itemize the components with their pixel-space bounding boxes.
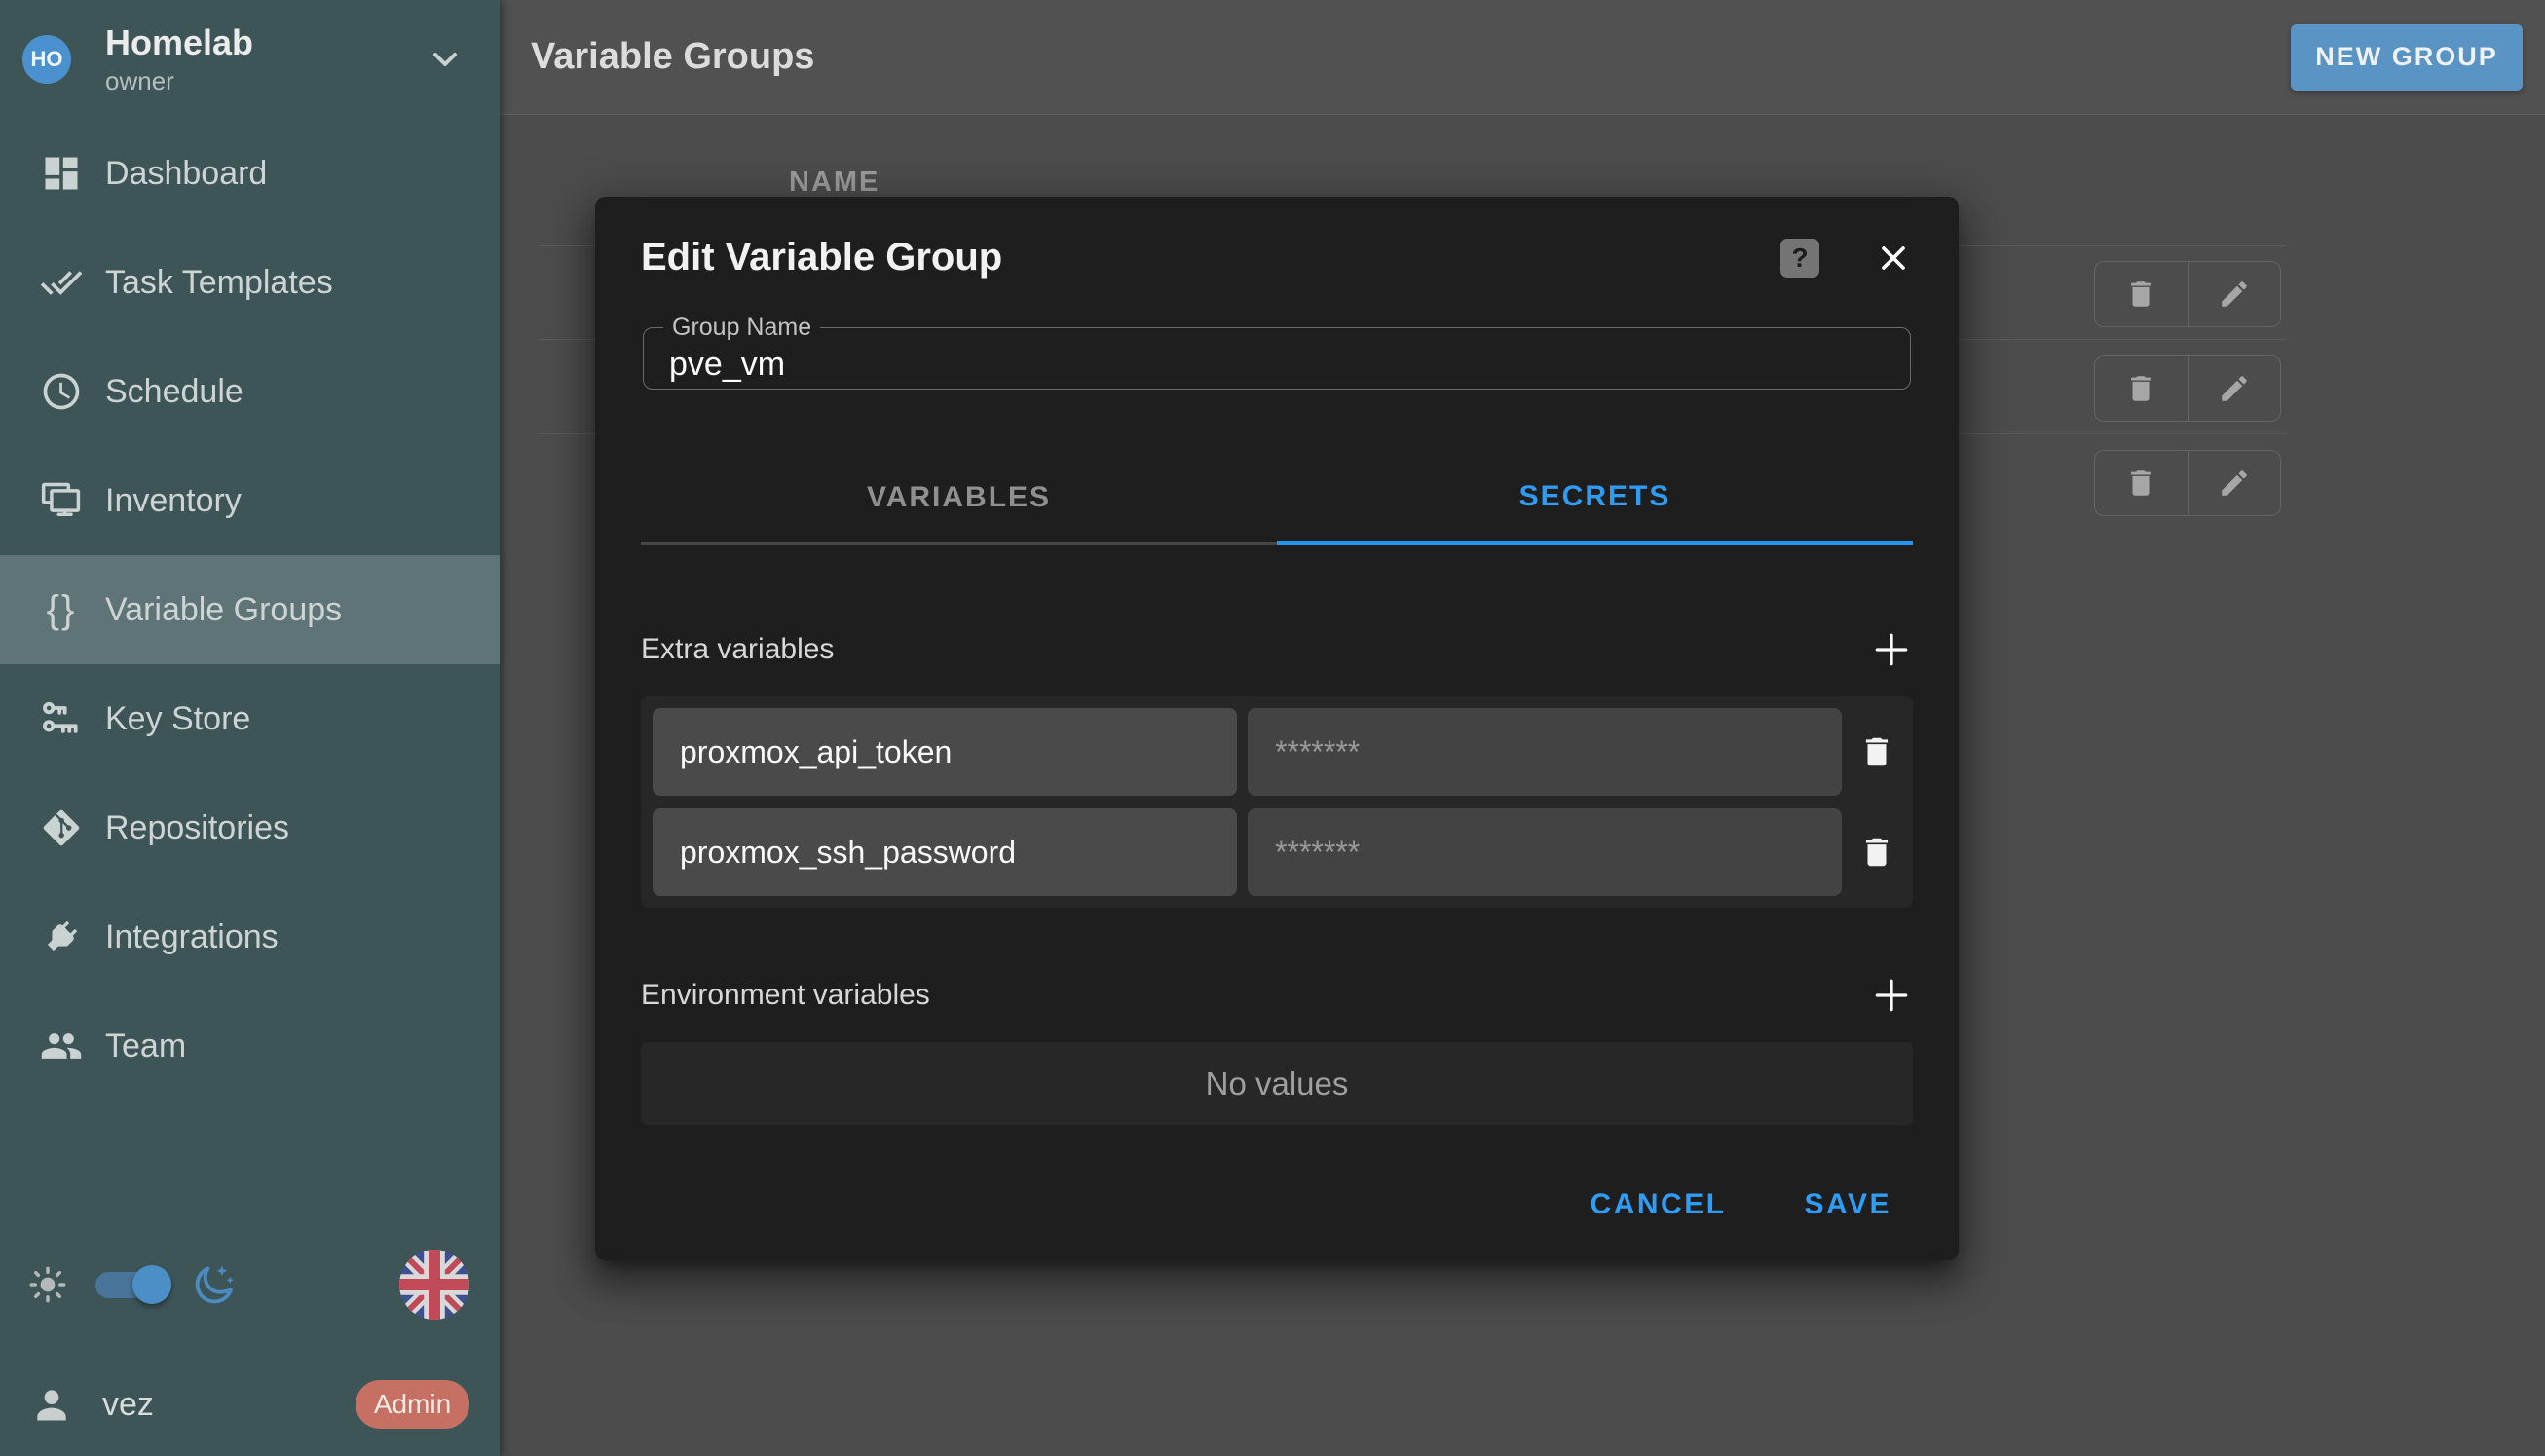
language-flag-uk[interactable] xyxy=(399,1250,469,1320)
secret-key-input[interactable] xyxy=(653,708,1237,796)
user-icon xyxy=(30,1383,73,1426)
dashboard-icon xyxy=(39,151,84,196)
people-icon xyxy=(39,1024,84,1068)
admin-badge: Admin xyxy=(356,1380,469,1429)
secret-row xyxy=(653,708,1901,796)
appbar: Variable Groups NEW GROUP xyxy=(500,0,2545,115)
edit-variable-group-dialog: Edit Variable Group ? Group Name VARIABL… xyxy=(595,197,1959,1260)
workspace-switcher[interactable]: HO Homelab owner xyxy=(0,0,500,119)
sidebar-item-task-templates[interactable]: Task Templates xyxy=(0,228,500,337)
group-name-label: Group Name xyxy=(663,316,820,340)
help-icon[interactable]: ? xyxy=(1780,239,1819,278)
sidebar-item-repositories[interactable]: Repositories xyxy=(0,773,500,882)
sidebar-item-team[interactable]: Team xyxy=(0,991,500,1101)
delete-secret-icon[interactable] xyxy=(1853,708,1901,796)
dialog-tabs: VARIABLES SECRETS xyxy=(641,452,1913,545)
monitor-icon xyxy=(39,478,84,523)
user-name: vez xyxy=(102,1386,154,1424)
delete-group-button[interactable] xyxy=(2095,451,2188,515)
workspace-role: owner xyxy=(105,67,253,96)
secret-row xyxy=(653,808,1901,896)
add-extra-variable-icon[interactable] xyxy=(1870,628,1913,671)
sidebar: HO Homelab owner Dashboard Task Template… xyxy=(0,0,500,1456)
delete-group-button[interactable] xyxy=(2095,356,2188,421)
extra-variables-section-header: Extra variables xyxy=(641,622,1913,677)
no-values-placeholder: No values xyxy=(641,1042,1913,1125)
sidebar-item-inventory[interactable]: Inventory xyxy=(0,446,500,555)
table-row-actions xyxy=(2094,450,2281,516)
sidebar-item-dashboard[interactable]: Dashboard xyxy=(0,119,500,228)
workspace-avatar: HO xyxy=(22,35,71,84)
environment-variables-title: Environment variables xyxy=(641,979,930,1012)
group-name-field: Group Name xyxy=(643,316,1911,390)
tab-variables[interactable]: VARIABLES xyxy=(641,452,1277,545)
dialog-title: Edit Variable Group xyxy=(641,236,1002,280)
tab-secrets[interactable]: SECRETS xyxy=(1277,452,1913,545)
dark-mode-toggle[interactable] xyxy=(95,1272,168,1298)
sidebar-item-schedule[interactable]: Schedule xyxy=(0,337,500,446)
group-name-input[interactable] xyxy=(644,340,1872,384)
page-title: Variable Groups xyxy=(531,36,814,78)
delete-group-button[interactable] xyxy=(2095,262,2188,326)
new-group-button[interactable]: NEW GROUP xyxy=(2291,24,2523,91)
add-environment-variable-icon[interactable] xyxy=(1870,974,1913,1017)
dialog-actions: CANCEL SAVE xyxy=(641,1176,1913,1233)
extra-variables-panel xyxy=(641,696,1913,908)
close-icon[interactable] xyxy=(1874,239,1913,278)
name-column-header: NAME xyxy=(789,167,880,199)
edit-group-button[interactable] xyxy=(2188,262,2281,326)
secret-value-input[interactable] xyxy=(1248,708,1842,796)
sidebar-menu: Dashboard Task Templates Schedule Invent… xyxy=(0,119,500,1101)
extra-variables-title: Extra variables xyxy=(641,633,834,666)
sidebar-item-key-store[interactable]: Key Store xyxy=(0,664,500,773)
cancel-button[interactable]: CANCEL xyxy=(1569,1176,1748,1233)
edit-group-button[interactable] xyxy=(2188,356,2281,421)
table-row-actions xyxy=(2094,355,2281,422)
chevron-down-icon[interactable] xyxy=(426,40,465,79)
user-row[interactable]: vez Admin xyxy=(0,1375,500,1434)
workspace-name: Homelab xyxy=(105,22,253,62)
sidebar-item-variable-groups[interactable]: {} Variable Groups xyxy=(0,555,500,664)
clock-icon xyxy=(39,369,84,414)
dialog-header: Edit Variable Group ? xyxy=(641,197,1913,280)
save-button[interactable]: SAVE xyxy=(1783,1176,1913,1233)
sun-icon xyxy=(27,1264,68,1305)
secret-key-input[interactable] xyxy=(653,808,1237,896)
table-row-actions xyxy=(2094,261,2281,327)
sidebar-item-integrations[interactable]: Integrations xyxy=(0,882,500,991)
plug-icon xyxy=(39,915,84,959)
moon-icon xyxy=(193,1262,238,1307)
git-icon xyxy=(39,805,84,850)
secret-value-input[interactable] xyxy=(1248,808,1842,896)
double-check-icon xyxy=(39,260,84,305)
keys-icon xyxy=(39,696,84,741)
environment-variables-section-header: Environment variables xyxy=(641,968,1913,1023)
delete-secret-icon[interactable] xyxy=(1853,808,1901,896)
braces-icon: {} xyxy=(39,587,84,632)
edit-group-button[interactable] xyxy=(2188,451,2281,515)
theme-switcher-row xyxy=(0,1250,500,1320)
